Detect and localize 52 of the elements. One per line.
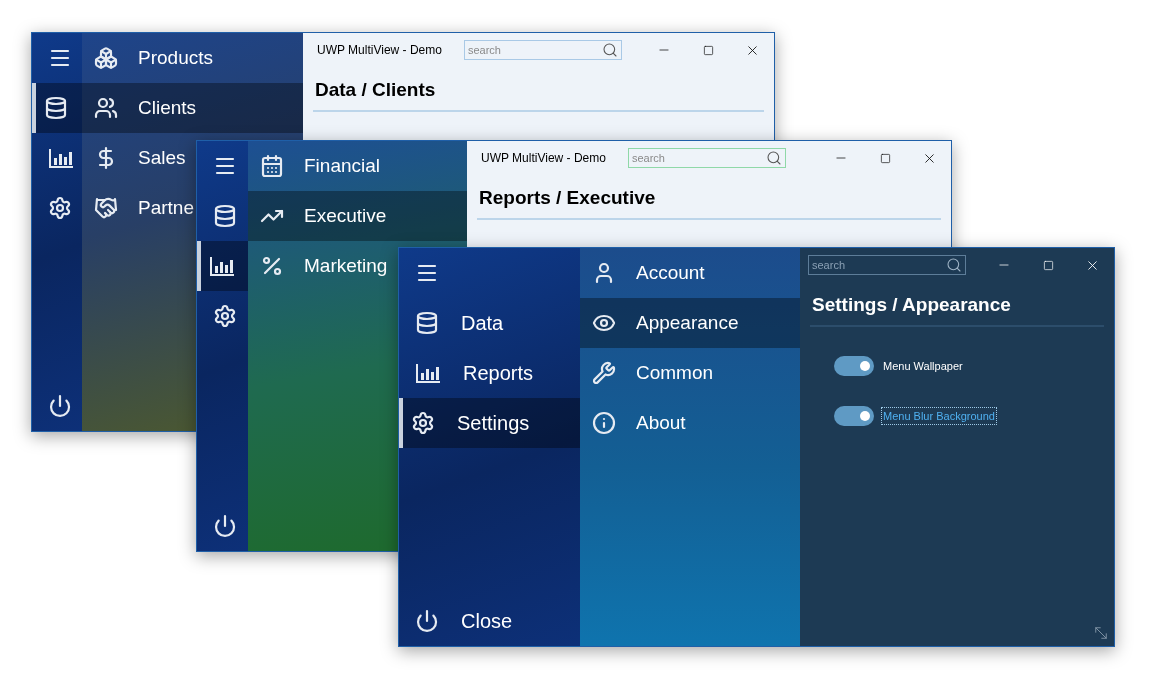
- settings-icon: [411, 411, 435, 435]
- window-title: UWP MultiView - Demo: [481, 151, 606, 165]
- search-field[interactable]: search: [627, 148, 786, 168]
- maximize-icon: [1042, 259, 1054, 271]
- page-heading: Data / Clients: [315, 79, 437, 101]
- search-icon: [765, 150, 782, 166]
- page-heading: Settings / Appearance: [812, 294, 1012, 316]
- maximize-icon: [879, 152, 891, 164]
- nav-item[interactable]: Reports: [399, 348, 580, 398]
- search-icon: [946, 257, 962, 273]
- cubes-icon: [94, 46, 118, 70]
- page-heading: Reports / Executive: [479, 187, 657, 209]
- bar-chart-icon: [415, 362, 441, 384]
- search-field[interactable]: search: [808, 255, 966, 275]
- info-icon: [592, 411, 616, 435]
- database-icon: [44, 96, 68, 120]
- maximize-icon: [702, 44, 714, 56]
- calendar-icon: [260, 154, 284, 178]
- toggle-label: Menu Blur Background: [882, 408, 996, 424]
- wrench-icon: [592, 361, 616, 385]
- window-title: UWP MultiView - Demo: [317, 43, 442, 57]
- search-icon: [601, 42, 618, 58]
- submenu-item[interactable]: Executive: [248, 191, 467, 241]
- percent-icon: [260, 254, 284, 278]
- submenu-item[interactable]: Products: [82, 33, 303, 83]
- power-icon: [415, 609, 439, 633]
- submenu-item[interactable]: Common: [580, 348, 800, 398]
- submenu-item[interactable]: Marketing: [248, 241, 467, 291]
- handshake-icon: [94, 196, 118, 220]
- settings-icon: [48, 196, 72, 220]
- submenu-item[interactable]: Appearance: [580, 298, 800, 348]
- nav-item[interactable]: Data: [399, 298, 580, 348]
- submenu-item[interactable]: Account: [580, 248, 800, 298]
- submenu-item[interactable]: Clients: [82, 83, 303, 133]
- nav-item[interactable]: [197, 241, 248, 291]
- search-field[interactable]: search: [463, 40, 622, 60]
- bar-chart-icon: [48, 147, 74, 169]
- power-icon: [48, 394, 72, 418]
- bar-chart-icon: [209, 255, 235, 277]
- nav-item[interactable]: Settings: [399, 398, 580, 448]
- nav-item[interactable]: Close: [399, 596, 580, 646]
- toggle-switch[interactable]: [834, 406, 874, 426]
- database-icon: [415, 311, 439, 335]
- toggle-label: Menu Wallpaper: [882, 359, 964, 374]
- submenu-item[interactable]: About: [580, 398, 800, 448]
- nav-item[interactable]: [32, 83, 82, 133]
- settings-icon: [213, 304, 237, 328]
- database-icon: [213, 204, 237, 228]
- power-icon: [213, 514, 237, 538]
- resize-grip-icon[interactable]: [1092, 624, 1110, 642]
- users-icon: [94, 96, 118, 120]
- toggle-switch[interactable]: [834, 356, 874, 376]
